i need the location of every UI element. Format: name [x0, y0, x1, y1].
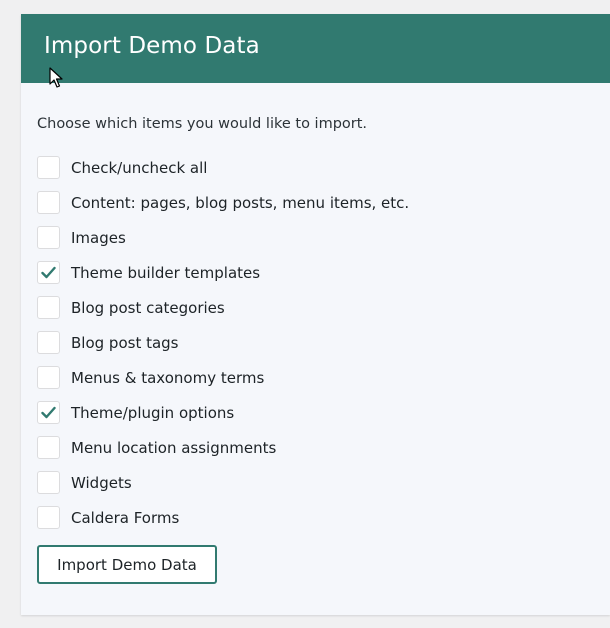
- checkbox-blog-post-categories[interactable]: [37, 296, 60, 319]
- import-item-label: Content: pages, blog posts, menu items, …: [71, 193, 410, 212]
- import-item-label: Widgets: [71, 473, 132, 492]
- checkbox-menu-location-assignments[interactable]: [37, 436, 60, 459]
- import-item-caldera-forms[interactable]: Caldera Forms: [37, 500, 409, 535]
- import-item-blog-post-categories[interactable]: Blog post categories: [37, 290, 409, 325]
- checkbox-theme-plugin-options[interactable]: [37, 401, 60, 424]
- import-item-label: Blog post tags: [71, 333, 179, 352]
- checkbox-theme-builder-templates[interactable]: [37, 261, 60, 284]
- checkbox-caldera-forms[interactable]: [37, 506, 60, 529]
- checkbox-content-pages-blog-posts-menu-items-etc[interactable]: [37, 191, 60, 214]
- import-item-blog-post-tags[interactable]: Blog post tags: [37, 325, 409, 360]
- mouse-pointer-icon: [49, 67, 63, 88]
- import-item-label: Check/uncheck all: [71, 158, 208, 177]
- import-item-label: Caldera Forms: [71, 508, 180, 527]
- panel-header: Import Demo Data: [21, 14, 610, 88]
- import-items-list: Check/uncheck all Content: pages, blog p…: [37, 150, 409, 535]
- import-item-content-pages-blog-posts-menu-items-etc[interactable]: Content: pages, blog posts, menu items, …: [37, 185, 409, 220]
- import-demo-data-button[interactable]: Import Demo Data: [37, 545, 217, 584]
- import-item-menu-location-assignments[interactable]: Menu location assignments: [37, 430, 409, 465]
- import-item-label: Menus & taxonomy terms: [71, 368, 265, 387]
- import-item-theme-plugin-options[interactable]: Theme/plugin options: [37, 395, 409, 430]
- import-item-widgets[interactable]: Widgets: [37, 465, 409, 500]
- checkbox-images[interactable]: [37, 226, 60, 249]
- checkmark-icon: [41, 406, 56, 419]
- import-item-label: Blog post categories: [71, 298, 225, 317]
- checkbox-blog-post-tags[interactable]: [37, 331, 60, 354]
- panel-title: Import Demo Data: [44, 33, 260, 59]
- import-item-label: Theme builder templates: [71, 263, 261, 282]
- import-item-images[interactable]: Images: [37, 220, 409, 255]
- intro-text: Choose which items you would like to imp…: [37, 116, 368, 132]
- import-item-theme-builder-templates[interactable]: Theme builder templates: [37, 255, 409, 290]
- import-item-label: Images: [71, 228, 126, 247]
- import-item-check-uncheck-all[interactable]: Check/uncheck all: [37, 150, 409, 185]
- checkbox-menus-taxonomy-terms[interactable]: [37, 366, 60, 389]
- checkbox-check-uncheck-all[interactable]: [37, 156, 60, 179]
- import-demo-panel: Import Demo Data Choose which items you …: [21, 14, 610, 615]
- import-item-menus-taxonomy-terms[interactable]: Menus & taxonomy terms: [37, 360, 409, 395]
- checkbox-widgets[interactable]: [37, 471, 60, 494]
- checkmark-icon: [41, 266, 56, 279]
- import-item-label: Theme/plugin options: [71, 403, 235, 422]
- import-item-label: Menu location assignments: [71, 438, 277, 457]
